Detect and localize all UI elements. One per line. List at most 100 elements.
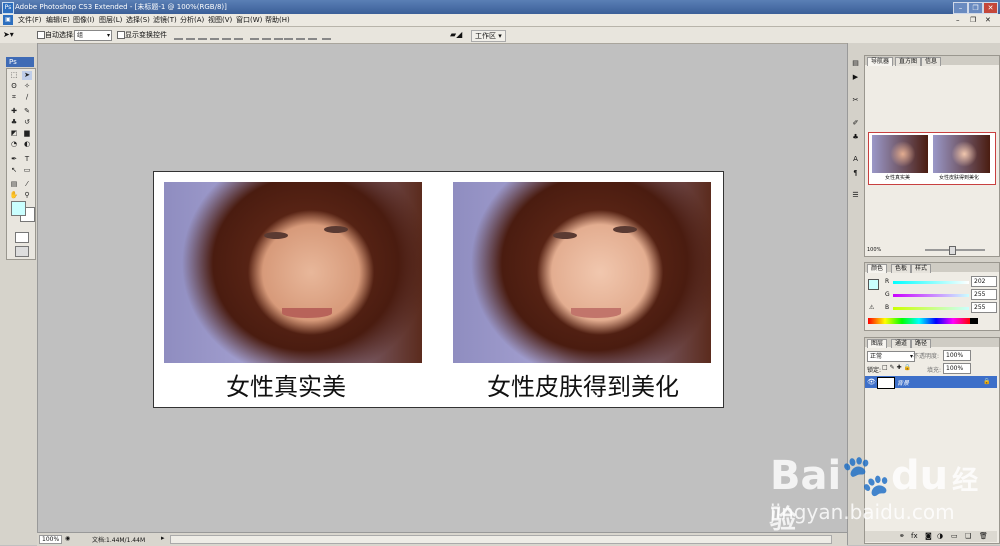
spectrum-black[interactable]: [970, 318, 978, 324]
r-slider[interactable]: [893, 281, 969, 284]
blur-tool-icon[interactable]: ◔: [9, 140, 19, 149]
layer-row-background[interactable]: 👁 背景 🔒: [865, 376, 997, 389]
g-value[interactable]: 255: [971, 289, 997, 300]
eraser-tool-icon[interactable]: ◩: [9, 129, 19, 138]
distribute-right-icon[interactable]: [308, 30, 317, 40]
opacity-value[interactable]: 100%: [943, 350, 971, 361]
clone-source-icon[interactable]: ♣: [850, 133, 861, 142]
tab-paths[interactable]: 路径: [911, 339, 932, 348]
blend-mode-dropdown[interactable]: 正常 ▾: [867, 351, 915, 362]
menu-help[interactable]: 帮助(H): [265, 15, 290, 25]
gamut-warning-icon[interactable]: ⚠: [869, 304, 874, 311]
show-transform-checkbox[interactable]: [117, 31, 125, 39]
marquee-tool-icon[interactable]: ⬚: [9, 71, 19, 80]
layer-visibility-eye-icon[interactable]: 👁: [867, 378, 876, 386]
layer-name[interactable]: 背景: [897, 378, 909, 387]
distribute-bottom-icon[interactable]: [274, 30, 283, 40]
zoom-field[interactable]: 100%: [39, 535, 63, 544]
close-button[interactable]: ✕: [983, 2, 998, 14]
pen-tool-icon[interactable]: ✒: [9, 155, 19, 164]
menu-analysis[interactable]: 分析(A): [180, 15, 204, 25]
gradient-tool-icon[interactable]: ▆: [22, 129, 32, 138]
color-spectrum-bar[interactable]: [868, 318, 970, 324]
menu-select[interactable]: 选择(S): [126, 15, 150, 25]
history-panel-icon[interactable]: ▤: [850, 59, 861, 68]
distribute-left-icon[interactable]: [284, 30, 293, 40]
healing-brush-icon[interactable]: ✚: [9, 107, 19, 116]
tab-styles[interactable]: 样式: [911, 264, 932, 273]
screen-mode-icon[interactable]: [15, 246, 29, 257]
tab-color[interactable]: 颜色: [867, 264, 888, 273]
auto-align-icon[interactable]: [322, 30, 331, 40]
align-bottom-icon[interactable]: [198, 30, 207, 40]
tab-layers[interactable]: 图层: [867, 339, 888, 348]
navigator-zoom-value[interactable]: 100%: [867, 247, 881, 253]
menu-window[interactable]: 窗口(W): [236, 15, 262, 25]
actions-panel-icon[interactable]: ▶: [850, 73, 861, 82]
r-value[interactable]: 202: [971, 276, 997, 287]
path-select-icon[interactable]: ↖: [9, 166, 19, 175]
menu-view[interactable]: 视图(V): [208, 15, 232, 25]
align-top-icon[interactable]: [174, 30, 183, 40]
b-slider[interactable]: [893, 307, 969, 310]
distribute-hcenter-icon[interactable]: [296, 30, 305, 40]
navigator-thumbnail[interactable]: 女性真实美 女性皮肤得到美化: [868, 132, 996, 185]
tab-swatches[interactable]: 色板: [891, 264, 912, 273]
notes-tool-icon[interactable]: ▤: [9, 180, 19, 189]
workspace-button[interactable]: 工作区 ▾: [471, 30, 506, 42]
hand-tool-icon[interactable]: ✋: [9, 191, 19, 200]
g-slider[interactable]: [893, 294, 969, 297]
align-left-icon[interactable]: [210, 30, 219, 40]
horizontal-scrollbar[interactable]: [170, 535, 832, 544]
quick-mask-icon[interactable]: [15, 232, 29, 243]
auto-select-dropdown[interactable]: 组 ▾: [74, 30, 112, 41]
tool-presets-icon[interactable]: ✂: [850, 96, 861, 105]
tab-histogram[interactable]: 直方图: [895, 57, 922, 66]
layer-comps-icon[interactable]: ☰: [850, 191, 861, 200]
status-menu-arrow-icon[interactable]: ▸: [161, 534, 165, 542]
navigator-zoom-handle[interactable]: [949, 246, 956, 255]
history-brush-icon[interactable]: ↺: [22, 118, 32, 127]
clone-stamp-icon[interactable]: ♣: [9, 118, 19, 127]
distribute-vcenter-icon[interactable]: [262, 30, 271, 40]
tab-info[interactable]: 信息: [921, 57, 942, 66]
magic-wand-icon[interactable]: ✧: [22, 82, 32, 91]
auto-select-checkbox[interactable]: [37, 31, 45, 39]
status-info-icon[interactable]: ◉: [65, 535, 70, 542]
tab-channels[interactable]: 通道: [891, 339, 912, 348]
doc-restore-icon[interactable]: ❐: [970, 16, 976, 24]
align-vcenter-icon[interactable]: [186, 30, 195, 40]
fill-value[interactable]: 100%: [943, 363, 971, 374]
brushes-panel-icon[interactable]: ✐: [850, 119, 861, 128]
menu-edit[interactable]: 编辑(E): [46, 15, 70, 25]
doc-close-icon[interactable]: ✕: [985, 16, 991, 24]
shape-tool-icon[interactable]: ▭: [22, 166, 32, 175]
menu-image[interactable]: 图像(I): [73, 15, 95, 25]
distribute-top-icon[interactable]: [250, 30, 259, 40]
move-tool-icon[interactable]: ➤: [22, 71, 32, 80]
restore-button[interactable]: ❐: [968, 2, 983, 14]
foreground-color-swatch[interactable]: [11, 201, 26, 216]
align-hcenter-icon[interactable]: [222, 30, 231, 40]
tab-navigator[interactable]: 导航器: [867, 57, 894, 66]
eyedropper-icon[interactable]: ⁄: [22, 180, 32, 189]
document-icon[interactable]: ▣: [3, 15, 13, 25]
character-panel-icon[interactable]: A: [850, 155, 861, 164]
document-canvas[interactable]: 女性真实美 女性皮肤得到美化: [153, 171, 724, 408]
bridge-icon[interactable]: ▰◢: [450, 30, 464, 40]
minimize-button[interactable]: –: [953, 2, 968, 14]
brush-tool-icon[interactable]: ✎: [22, 107, 32, 116]
lock-icons[interactable]: □ ✎ ✚ 🔒: [882, 364, 911, 371]
doc-minimize-icon[interactable]: –: [956, 16, 960, 24]
move-tool-preset-icon[interactable]: ➤▾: [3, 30, 25, 40]
paragraph-panel-icon[interactable]: ¶: [850, 169, 861, 178]
dodge-tool-icon[interactable]: ◐: [22, 140, 32, 149]
type-tool-icon[interactable]: T: [22, 155, 32, 164]
menu-layer[interactable]: 图层(L): [99, 15, 122, 25]
lasso-tool-icon[interactable]: ʘ: [9, 82, 19, 91]
b-value[interactable]: 255: [971, 302, 997, 313]
zoom-tool-icon[interactable]: ⚲: [22, 191, 32, 200]
crop-tool-icon[interactable]: ⌗: [9, 93, 19, 102]
menu-file[interactable]: 文件(F): [18, 15, 42, 25]
slice-tool-icon[interactable]: ∕: [22, 93, 32, 102]
